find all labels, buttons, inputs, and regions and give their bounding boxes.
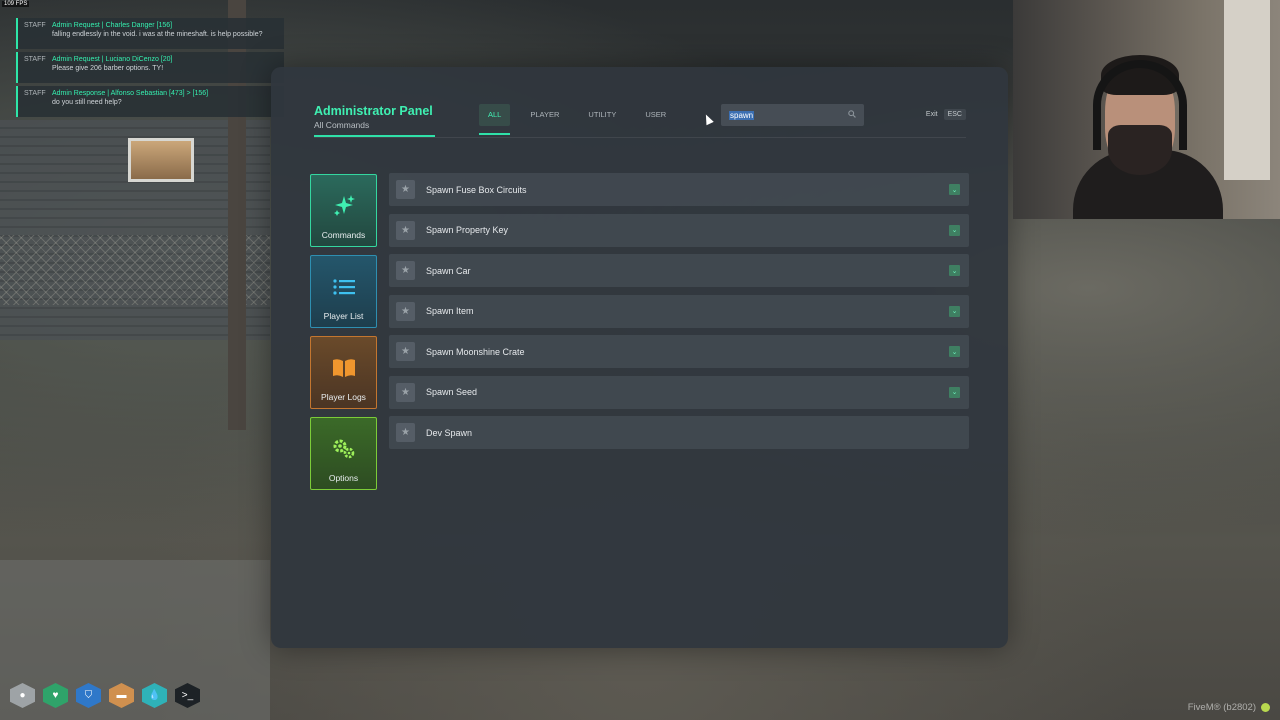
chevron-down-icon[interactable]: ⌄: [949, 184, 960, 195]
chat-tag: STAFF: [24, 22, 46, 29]
tab-player[interactable]: PLAYER: [521, 104, 568, 126]
panel-header: Administrator Panel All Commands ALL PLA…: [314, 104, 966, 140]
fivem-watermark: FiveM® (b2802): [1187, 702, 1256, 713]
command-label: Spawn Moonshine Crate: [426, 346, 525, 357]
chat-tag: STAFF: [24, 56, 46, 63]
armor-shield-icon: ⛉: [76, 683, 101, 708]
category-tabs: ALL PLAYER UTILITY USER: [479, 104, 686, 138]
chevron-down-icon[interactable]: ⌄: [949, 224, 960, 236]
health-icon: ●: [10, 683, 35, 708]
search-input[interactable]: spawn: [721, 104, 864, 126]
admin-panel: Administrator Panel All Commands ALL PLA…: [271, 67, 1008, 648]
command-row[interactable]: ★ Spawn Property Key ⌄: [389, 213, 969, 247]
list-icon: [332, 274, 355, 300]
favorite-star-icon[interactable]: ★: [396, 180, 415, 199]
command-label: Spawn Seed: [426, 387, 478, 397]
command-label: Spawn Car: [426, 265, 471, 276]
gears-icon: [332, 436, 356, 462]
side-navigation: Commands Player List Player Logs Options: [310, 174, 378, 498]
commands-sparkle-icon: [333, 193, 355, 219]
nav-player-list[interactable]: Player List: [310, 255, 377, 328]
command-row[interactable]: ★ Spawn Seed ⌄: [389, 375, 969, 409]
heart-icon: ♥: [43, 683, 68, 708]
chevron-down-icon[interactable]: ⌄: [949, 346, 960, 357]
chat-title: Admin Request | Luciano DiCenzo [20]: [52, 56, 173, 63]
panel-subtitle: All Commands: [314, 120, 370, 130]
chevron-down-icon[interactable]: ⌄: [949, 265, 960, 276]
book-icon: [332, 355, 356, 381]
webcam-door: [1224, 0, 1270, 180]
esc-key-hint[interactable]: ESC: [943, 109, 966, 120]
nav-label: Commands: [321, 230, 366, 240]
hunger-icon: ▬: [109, 683, 134, 708]
search-value[interactable]: spawn: [729, 110, 755, 120]
command-label: Spawn Fuse Box Circuits: [426, 184, 527, 195]
chat-text: do you still need help?: [52, 99, 122, 106]
chat-text: falling endlessly in the void. i was at …: [52, 31, 263, 38]
favorite-star-icon[interactable]: ★: [396, 342, 415, 361]
favorite-star-icon[interactable]: ★: [396, 423, 415, 442]
webcam-overlay: [1013, 0, 1280, 219]
command-row[interactable]: ★ Spawn Fuse Box Circuits ⌄: [389, 173, 969, 206]
command-label: Spawn Item: [426, 306, 474, 316]
tab-all[interactable]: ALL: [479, 104, 511, 135]
command-row[interactable]: ★ Spawn Car ⌄: [389, 254, 969, 287]
tab-utility[interactable]: UTILITY: [579, 104, 625, 126]
favorite-star-icon[interactable]: ★: [396, 301, 415, 321]
thirst-drop-icon: 💧: [142, 683, 167, 708]
search-icon[interactable]: [848, 110, 856, 120]
command-label: Dev Spawn: [426, 427, 473, 438]
chat-message: STAFF Admin Response | Alfonso Sebastian…: [16, 86, 284, 117]
fps-counter: 109 FPS: [2, 1, 30, 7]
exit-button[interactable]: Exit: [926, 111, 938, 118]
favorite-star-icon[interactable]: ★: [396, 220, 415, 240]
nav-label: Player Logs: [321, 392, 366, 402]
chat-feed: STAFF Admin Request | Charles Danger [15…: [16, 18, 284, 120]
chat-tag: STAFF: [24, 90, 46, 97]
nav-label: Options: [328, 473, 359, 483]
tab-user[interactable]: USER: [636, 104, 675, 126]
chevron-down-icon[interactable]: ⌄: [949, 305, 960, 317]
chat-text: Please give 206 barber options. TY!: [52, 65, 164, 72]
chat-message: STAFF Admin Request | Charles Danger [15…: [16, 18, 284, 49]
command-row[interactable]: ★ Spawn Moonshine Crate ⌄: [389, 335, 969, 368]
headset-icon: [1093, 60, 1187, 150]
nav-commands[interactable]: Commands: [310, 174, 377, 247]
command-label: Spawn Property Key: [426, 225, 509, 235]
exit-control[interactable]: Exit ESC: [926, 109, 966, 120]
background-window: [128, 138, 194, 182]
panel-title: Administrator Panel: [314, 104, 433, 118]
console-icon: >_: [175, 683, 200, 708]
fivem-logo-icon: [1261, 703, 1270, 712]
command-row[interactable]: ★ Dev Spawn: [389, 416, 969, 449]
nav-options[interactable]: Options: [310, 417, 377, 490]
status-hud: ● ♥ ⛉ ▬ 💧 >_: [10, 683, 208, 708]
favorite-star-icon[interactable]: ★: [396, 261, 415, 280]
nav-player-logs[interactable]: Player Logs: [310, 336, 377, 409]
chevron-down-icon[interactable]: ⌄: [949, 386, 960, 398]
chat-message: STAFF Admin Request | Luciano DiCenzo [2…: [16, 52, 284, 83]
chat-title: Admin Response | Alfonso Sebastian [473]…: [52, 90, 209, 97]
nav-label: Player List: [323, 311, 364, 321]
chat-title: Admin Request | Charles Danger [156]: [52, 22, 173, 29]
command-list: ★ Spawn Fuse Box Circuits ⌄ ★ Spawn Prop…: [389, 173, 969, 457]
favorite-star-icon[interactable]: ★: [396, 382, 415, 402]
command-row[interactable]: ★ Spawn Item ⌄: [389, 294, 969, 328]
